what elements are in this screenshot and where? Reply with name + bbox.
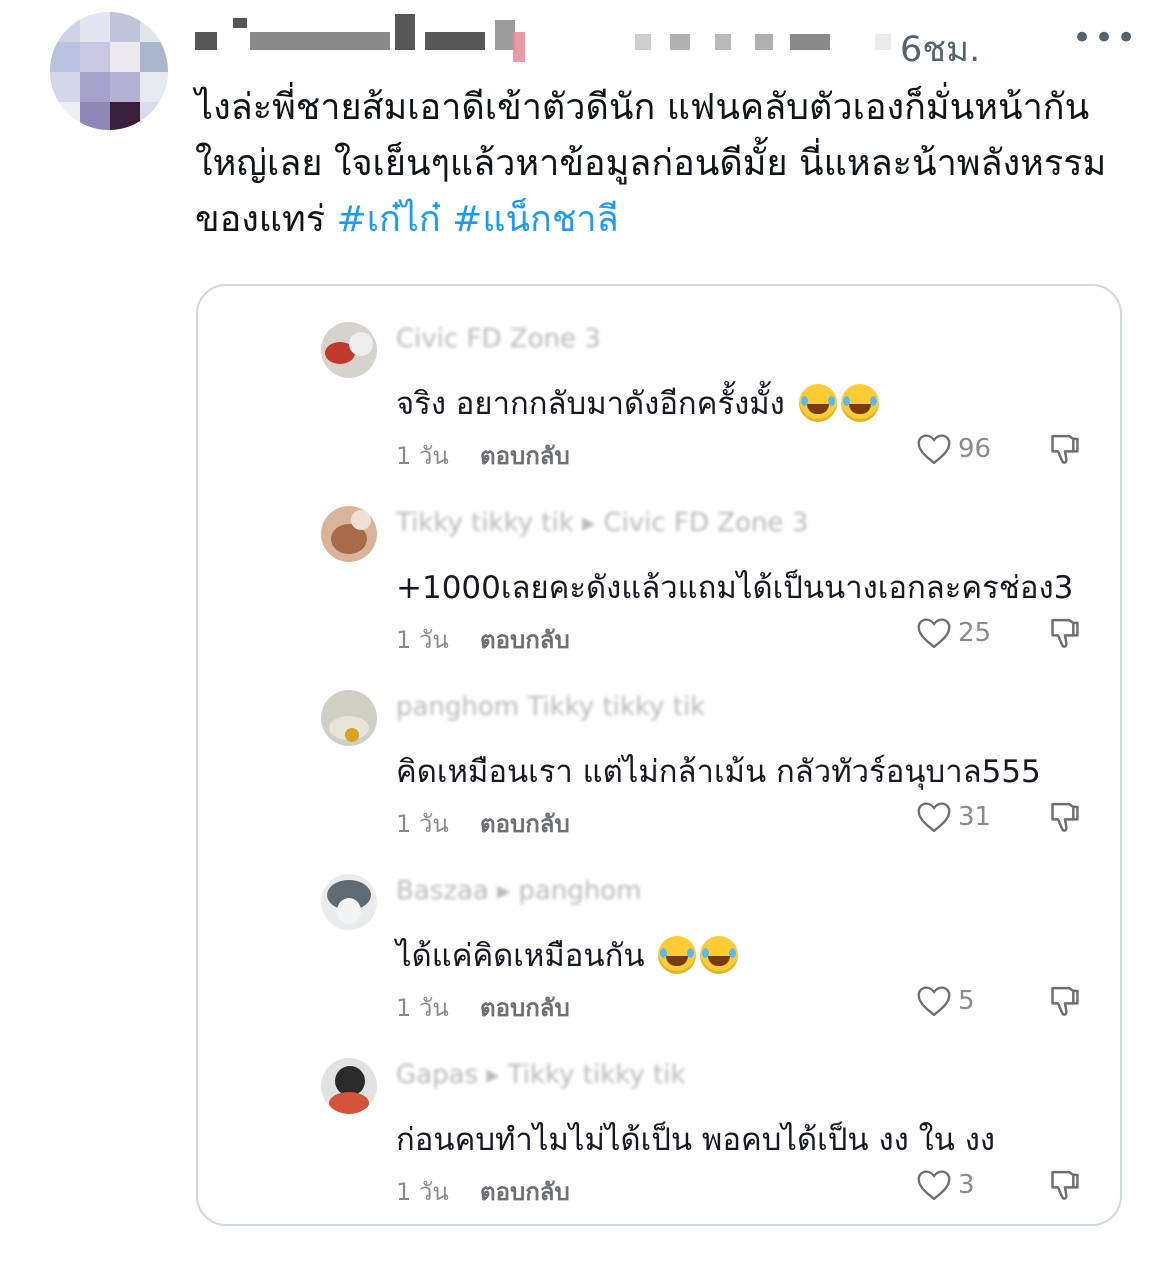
comment-item: Civic FD Zone 3 จริง อยากกลับมาดังอีกครั…	[198, 286, 1120, 470]
commenter-avatar[interactable]	[321, 506, 377, 562]
tweet-text: ไงล่ะพี่ชายส้มเอาดีเข้าตัวดีนัก แฟนคลับต…	[195, 80, 1135, 248]
commenter-avatar[interactable]	[321, 690, 377, 746]
heart-outline-icon	[917, 434, 951, 465]
dislike-button[interactable]	[1048, 984, 1082, 1024]
like-count: 31	[958, 802, 992, 832]
tweet-body: ไงล่ะพี่ชายส้มเอาดีเข้าตัวดีนัก แฟนคลับต…	[195, 87, 1107, 240]
like-button[interactable]: 5	[916, 984, 975, 1018]
commenter-username[interactable]: Baszaa ▸ panghom	[396, 876, 642, 906]
thumbs-down-icon	[1051, 986, 1079, 1016]
dislike-button[interactable]	[1048, 616, 1082, 656]
laughing-tears-emoji-icon	[700, 936, 739, 974]
comment-text: จริง อยากกลับมาดังอีกครั้งมั้ง	[396, 378, 879, 428]
thumbs-down-icon	[1051, 434, 1079, 464]
commenter-username[interactable]: Gapas ▸ Tikky tikky tik	[396, 1060, 686, 1090]
hashtag-link[interactable]: #เก๋ไก๋	[337, 199, 441, 240]
heart-outline-icon	[917, 986, 951, 1017]
laughing-tears-emoji-icon	[658, 936, 697, 974]
more-options-icon[interactable]: •••	[1072, 18, 1138, 58]
comment-item: Gapas ▸ Tikky tikky tik ก่อนคบทำไมไม่ได้…	[198, 1022, 1120, 1206]
like-button[interactable]: 96	[916, 432, 991, 466]
comment-item: Baszaa ▸ panghom ได้แค่คิดเหมือนกัน 1 วั…	[198, 838, 1120, 1022]
heart-outline-icon	[917, 802, 951, 833]
comment-text: ได้แค่คิดเหมือนกัน	[396, 930, 739, 980]
hashtag-link[interactable]: #แน็กชาลี	[452, 199, 618, 240]
comment-text: คิดเหมือนเรา แต่ไม่กล้าเม้น กลัวทัวร์อนุ…	[396, 754, 1041, 790]
heart-outline-icon	[917, 618, 951, 649]
author-name-censored[interactable]	[195, 14, 891, 62]
like-count: 3	[958, 1170, 975, 1200]
like-count: 96	[958, 434, 992, 464]
thumbs-down-icon	[1051, 802, 1079, 832]
like-count: 5	[958, 986, 975, 1016]
comment-text: +1000เลยคะดังแล้วแถมได้เป็นนางเอกละครช่อ…	[396, 570, 1074, 606]
rolling-laughing-emoji-icon	[840, 384, 879, 422]
commenter-avatar[interactable]	[321, 322, 377, 378]
tweet-author-avatar[interactable]	[50, 12, 168, 130]
comment-text: ก่อนคบทำไมไม่ได้เป็น พอคบได้เป็น งง ใน ง…	[396, 1122, 996, 1158]
heart-outline-icon	[917, 1170, 951, 1201]
commenter-username[interactable]: Civic FD Zone 3	[396, 324, 601, 354]
commenter-username[interactable]: panghom Tikky tikky tik	[396, 692, 705, 722]
reply-button[interactable]: ตอบกลับ	[480, 1172, 570, 1211]
attached-image-card[interactable]: Civic FD Zone 3 จริง อยากกลับมาดังอีกครั…	[196, 284, 1122, 1226]
thumbs-down-icon	[1051, 1170, 1079, 1200]
like-button[interactable]: 3	[916, 1168, 975, 1202]
comment-item: panghom Tikky tikky tik คิดเหมือนเรา แต่…	[198, 654, 1120, 838]
commenter-avatar[interactable]	[321, 874, 377, 930]
laughing-tears-emoji-icon	[798, 384, 837, 422]
dislike-button[interactable]	[1048, 800, 1082, 840]
tweet-timestamp[interactable]: 6ชม.	[900, 22, 980, 77]
comment-item: Tikky tikky tik ▸ Civic FD Zone 3 +1000เ…	[198, 470, 1120, 654]
comment-time: 1 วัน	[396, 1178, 449, 1206]
like-button[interactable]: 25	[916, 616, 991, 650]
commenter-avatar[interactable]	[321, 1058, 377, 1114]
like-button[interactable]: 31	[916, 800, 991, 834]
dislike-button[interactable]	[1048, 1168, 1082, 1208]
commenter-username[interactable]: Tikky tikky tik ▸ Civic FD Zone 3	[396, 508, 808, 538]
like-count: 25	[958, 618, 992, 648]
thumbs-down-icon	[1051, 618, 1079, 648]
dislike-button[interactable]	[1048, 432, 1082, 472]
